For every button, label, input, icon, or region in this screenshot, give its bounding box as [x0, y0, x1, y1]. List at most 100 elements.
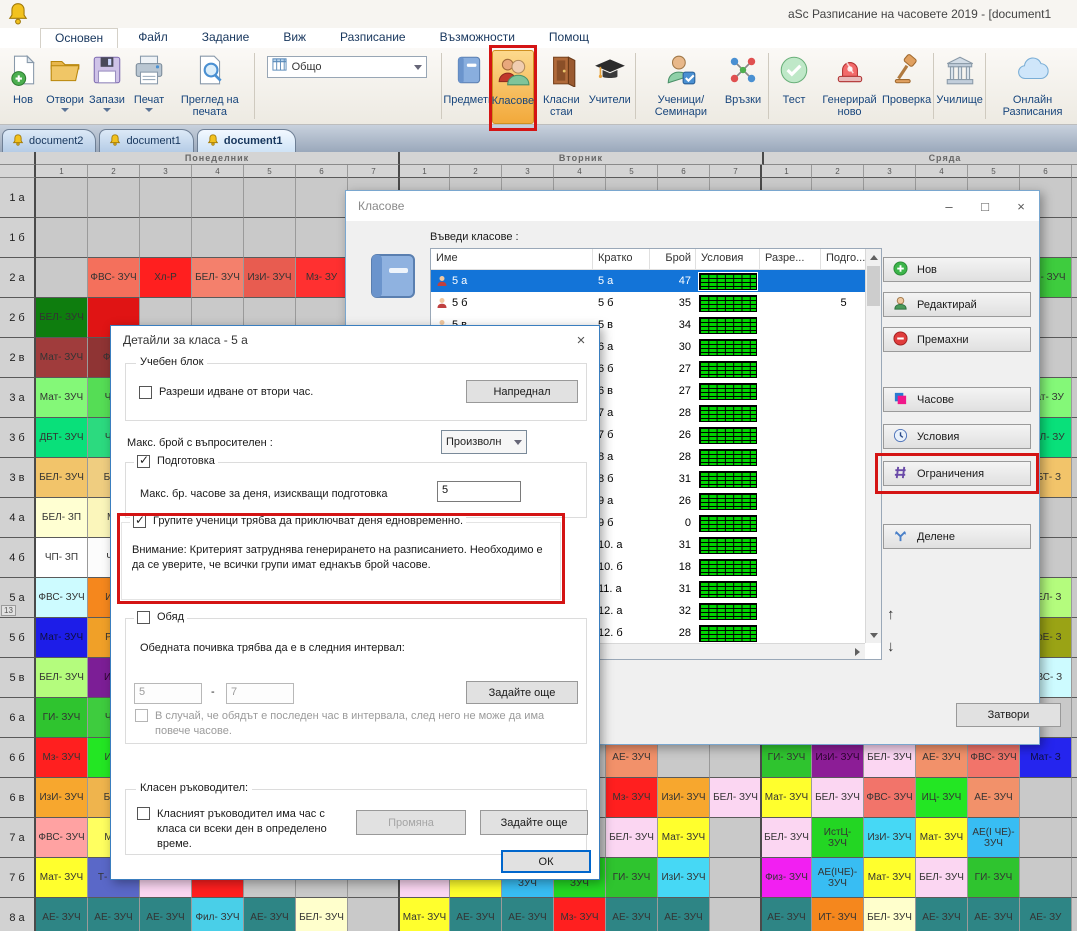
timetable-cell[interactable]: Мат- ЗУЧ [864, 858, 916, 898]
timetable-row-label-5-в[interactable]: 5 в [0, 658, 36, 698]
timetable-cell[interactable]: ФВС- ЗУЧ [88, 258, 140, 298]
timetable-cell[interactable] [296, 218, 348, 258]
document-tab-document2[interactable]: document2 [2, 129, 96, 152]
timetable-cell[interactable]: ИзИ- ЗУЧ [36, 778, 88, 818]
timetable-cell[interactable] [710, 818, 762, 858]
class-teacher-checkbox[interactable]: Класният ръководител има час с класа си … [134, 807, 349, 852]
menu-tab-възможности[interactable]: Възможности [426, 28, 529, 48]
timetable-cell[interactable]: Мат- ЗУЧ [760, 778, 812, 818]
timetable-cell[interactable]: АЕ(I ЧЕ)- ЗУЧ [968, 818, 1020, 858]
scroll-right-icon[interactable] [849, 644, 865, 660]
lunch-more-button[interactable]: Задайте още [466, 681, 578, 704]
timetable-row-label-5-б[interactable]: 5 б [0, 618, 36, 658]
minimize-icon[interactable]: – [931, 199, 967, 214]
timetable-cell[interactable] [1072, 858, 1077, 898]
timetable-cell[interactable] [1072, 658, 1077, 698]
timetable-cell[interactable]: БЕЛ- ЗУЧ [710, 778, 762, 818]
timetable-cell[interactable] [1072, 258, 1077, 298]
timetable-cell[interactable]: Мат- ЗУЧ [36, 338, 88, 378]
menu-tab-файл[interactable]: Файл [124, 28, 182, 48]
timetable-row-label-4-а[interactable]: 4 а [0, 498, 36, 538]
classes-column-header-5[interactable]: Разре... [760, 249, 821, 269]
timetable-cell[interactable]: ДБТ- ЗУЧ [36, 418, 88, 458]
timetable-cell[interactable] [1072, 618, 1077, 658]
timetable-cell[interactable]: ФВС- ЗУЧ [864, 778, 916, 818]
timetable-cell[interactable]: Фил- ЗУЧ [192, 898, 244, 931]
timetable-cell[interactable] [1072, 218, 1077, 258]
classes-column-header-1[interactable]: Име [431, 249, 593, 269]
timetable-cell[interactable]: ИЦ- ЗУЧ [916, 778, 968, 818]
timetable-cell[interactable]: АЕ- ЗУЧ [968, 898, 1020, 931]
timetable-cell[interactable]: Мз- ЗУЧ [554, 898, 606, 931]
ribbon-button-links[interactable]: Връзки [722, 50, 764, 124]
timetable-cell[interactable] [1072, 538, 1077, 578]
timetable-row-label-6-а[interactable]: 6 а [0, 698, 36, 738]
ribbon-button-check[interactable]: Проверка [884, 50, 929, 124]
prep-max-input[interactable]: 5 [437, 481, 521, 502]
timetable-cell[interactable] [1072, 698, 1077, 738]
lunch-note-checkbox[interactable]: В случай, че обядът е последен час в инт… [132, 709, 562, 739]
timetable-cell[interactable]: ИзИ- ЗУЧ [658, 858, 710, 898]
ribbon-button-open[interactable]: Отвори [44, 50, 86, 124]
ribbon-button-new[interactable]: Нов [2, 50, 44, 124]
timetable-cell[interactable]: Мз- ЗУ [296, 258, 348, 298]
timetable-cell[interactable]: АЕ- ЗУЧ [968, 778, 1020, 818]
timetable-cell[interactable]: БЕЛ- ЗУЧ [36, 658, 88, 698]
timetable-cell[interactable]: АЕ- ЗУ [1020, 898, 1072, 931]
ribbon-button-save[interactable]: Запази [86, 50, 128, 124]
ribbon-button-classes[interactable]: Класове [492, 50, 534, 124]
ribbon-button-online[interactable]: Онлайн Разписания [990, 50, 1075, 124]
ribbon-button-rooms[interactable]: Класни стаи [534, 50, 589, 124]
часове-button[interactable]: Часове [883, 387, 1031, 412]
classes-table-row-5-а[interactable]: 5 а5 а47 [431, 270, 881, 292]
timetable-row-label-7-а[interactable]: 7 а [0, 818, 36, 858]
timetable-cell[interactable] [88, 178, 140, 218]
classes-column-header-2[interactable]: Кратко [593, 249, 650, 269]
timetable-cell[interactable] [140, 178, 192, 218]
teacher-more-button[interactable]: Задайте още [480, 810, 588, 835]
timetable-cell[interactable]: Хл-Р [140, 258, 192, 298]
menu-tab-разписание[interactable]: Разписание [326, 28, 420, 48]
timetable-cell[interactable] [244, 218, 296, 258]
maximize-icon[interactable]: □ [967, 199, 1003, 214]
ribbon-button-generate[interactable]: Генерирай ново [815, 50, 884, 124]
ribbon-button-preview[interactable]: Преглед на печата [170, 50, 250, 124]
menu-tab-задание[interactable]: Задание [188, 28, 264, 48]
timetable-cell[interactable]: БЕЛ- ЗП [36, 498, 88, 538]
условия-button[interactable]: Условия [883, 424, 1031, 449]
preparation-checkbox[interactable]: Подготовка [134, 455, 218, 468]
timetable-cell[interactable] [1072, 458, 1077, 498]
timetable-cell[interactable] [296, 178, 348, 218]
close-button[interactable]: Затвори [956, 703, 1061, 727]
scroll-up-icon[interactable] [866, 249, 882, 265]
timetable-cell[interactable] [36, 258, 88, 298]
timetable-row-label-6-б[interactable]: 6 б [0, 738, 36, 778]
timetable-row-label-4-б[interactable]: 4 б [0, 538, 36, 578]
timetable-row-label-1-а[interactable]: 1 а [0, 178, 36, 218]
close-icon[interactable]: × [1003, 199, 1039, 214]
classes-column-header-6[interactable]: Подго... [821, 249, 866, 269]
move-down-arrow[interactable]: ↓ [887, 638, 895, 655]
checkbox-icon[interactable] [137, 611, 150, 624]
timetable-cell[interactable]: ГИ- ЗУЧ [968, 858, 1020, 898]
timetable-cell[interactable]: ФВС- ЗУЧ [36, 818, 88, 858]
timetable-cell[interactable] [1072, 338, 1077, 378]
checkbox-icon[interactable] [137, 807, 150, 820]
classes-column-header-4[interactable]: Условия [696, 249, 760, 269]
timetable-row-label-2-а[interactable]: 2 а [0, 258, 36, 298]
timetable-row-label-5-а[interactable]: 5 а13 [0, 578, 36, 618]
timetable-cell[interactable]: Мат- ЗУЧ [658, 818, 710, 858]
timetable-row-label-2-в[interactable]: 2 в [0, 338, 36, 378]
view-selector-dropdown[interactable]: Общо [267, 56, 427, 78]
timetable-cell[interactable]: Мз- ЗУЧ [36, 738, 88, 778]
menu-tab-виж[interactable]: Виж [269, 28, 320, 48]
timetable-cell[interactable] [1072, 738, 1077, 778]
lunch-to-input[interactable]: 7 [226, 683, 294, 704]
timetable-cell[interactable]: ИТ- ЗУЧ [812, 898, 864, 931]
timetable-cell[interactable]: БЕЛ- ЗУЧ [916, 858, 968, 898]
timetable-cell[interactable]: АЕ- ЗУЧ [140, 898, 192, 931]
timetable-cell[interactable]: АЕ- ЗУЧ [244, 898, 296, 931]
change-button[interactable]: Промяна [356, 810, 466, 835]
timetable-row-label-2-б[interactable]: 2 б [0, 298, 36, 338]
ribbon-button-subjects[interactable]: Предмети [446, 50, 492, 124]
